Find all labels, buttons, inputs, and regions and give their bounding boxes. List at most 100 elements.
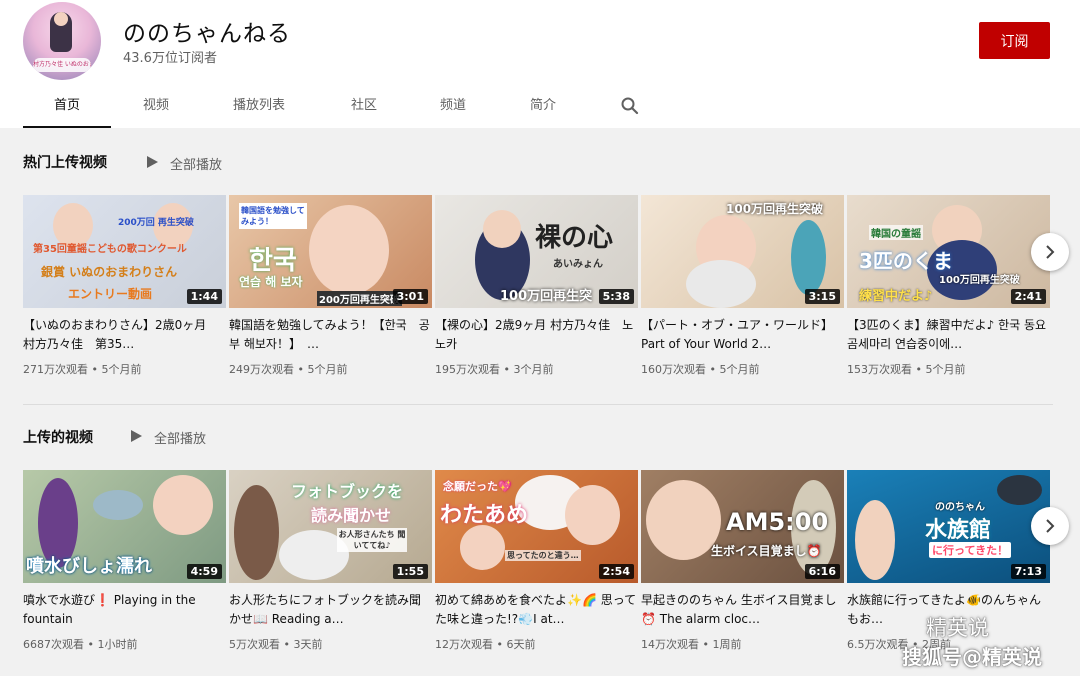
video-title[interactable]: 早起きののちゃん 生ボイス目覚まし⏰ The alarm cloc… — [641, 591, 844, 629]
thumb-text: 韓国の童謡 — [869, 225, 923, 240]
thumb-text: 100万回再生突破 — [726, 202, 824, 216]
play-all-icon[interactable] — [147, 156, 158, 168]
thumb-text: わたあめ — [440, 503, 529, 528]
thumb-text: 第35回童謡こどもの歌コンクール — [33, 244, 187, 255]
thumb-text: ののちゃん — [935, 502, 985, 513]
thumb-text: エントリー動画 — [68, 287, 153, 301]
video-thumbnail[interactable]: 100万回再生突破 3:15 — [641, 195, 844, 308]
video-thumbnail[interactable]: AM5:00 生ボイス目覚まし⏰ 6:16 — [641, 470, 844, 583]
upload-age: 5个月前 — [101, 363, 142, 376]
video-meta: 195万次观看 • 3个月前 — [435, 363, 554, 376]
video-thumbnail[interactable]: ののちゃん 水族館 に行ってきた！ 7:13 — [847, 470, 1050, 583]
view-count: 5万次观看 — [229, 638, 280, 651]
thumb-text: 銀賞 いぬのおまわりさん — [41, 265, 178, 279]
video-duration: 1:44 — [186, 289, 222, 304]
tab-videos[interactable]: 视频 — [121, 86, 191, 128]
video-duration: 5:38 — [598, 289, 634, 304]
video-title[interactable]: 【いぬのおまわりさん】2歳0ヶ月 村方乃々佳 第35… — [23, 316, 226, 354]
upload-age: 6天前 — [506, 638, 536, 651]
upload-age: 1小时前 — [97, 638, 138, 651]
video-duration: 2:41 — [1010, 289, 1046, 304]
video-meta: 14万次观看 • 1周前 — [641, 638, 742, 651]
channel-header: 村方乃々佳 いぬのおまわり ののちゃんねる 43.6万位订阅者 订阅 首页 视频… — [0, 0, 1080, 128]
video-thumbnail[interactable]: 韓国語を勉強してみよう！ 한국 연습 해 보자 200万回再生突破 3:01 — [229, 195, 432, 308]
thumb-text: 思ってたのと違う… — [505, 550, 581, 561]
video-title[interactable]: 【裸の心】2歳9ヶ月 村方乃々佳 노노카 — [435, 316, 638, 354]
chevron-right-icon — [1046, 519, 1055, 533]
thumb-text: 読み聞かせ — [311, 506, 392, 525]
video-thumbnail[interactable]: 裸の心 あいみょん 100万回再生突 5:38 — [435, 195, 638, 308]
chevron-right-icon — [1046, 245, 1055, 259]
video-title[interactable]: お人形たちにフォトブックを読み聞かせ📖 Reading a… — [229, 591, 432, 629]
thumb-text: 念願だった💖 — [443, 480, 512, 493]
view-count: 12万次观看 — [435, 638, 493, 651]
video-meta: 160万次观看 • 5个月前 — [641, 363, 760, 376]
tab-community[interactable]: 社区 — [329, 86, 399, 128]
upload-age: 3天前 — [293, 638, 323, 651]
play-all-popular[interactable]: 全部播放 — [170, 154, 222, 173]
video-title[interactable]: 韓国語を勉強してみよう！【한국 공부 해보자！】 … — [229, 316, 432, 354]
video-thumbnail[interactable]: 噴水びしょ濡れ 4:59 — [23, 470, 226, 583]
upload-age: 3个月前 — [513, 363, 554, 376]
watermark-brand: 精英说 — [926, 616, 989, 640]
video-title[interactable]: 初めて綿あめを食べたよ✨🌈 思ってた味と違った!?💨I at… — [435, 591, 638, 629]
subscribe-button[interactable]: 订阅 — [979, 22, 1050, 59]
thumb-text: あいみょん — [553, 259, 603, 270]
video-duration: 6:16 — [804, 564, 840, 579]
video-thumbnail[interactable]: 念願だった💖 わたあめ 思ってたのと違う… 2:54 — [435, 470, 638, 583]
thumb-text: 裸の心 — [535, 223, 614, 253]
video-duration: 1:55 — [392, 564, 428, 579]
thumb-text: 韓国語を勉強してみよう！ — [239, 203, 307, 229]
video-duration: 4:59 — [186, 564, 222, 579]
section-divider — [23, 404, 1053, 405]
tab-channels[interactable]: 频道 — [418, 86, 488, 128]
thumb-text: 연습 해 보자 — [239, 275, 303, 289]
video-duration: 7:13 — [1010, 564, 1046, 579]
carousel-next-button[interactable] — [1031, 233, 1069, 271]
upload-age: 5个月前 — [925, 363, 966, 376]
video-title[interactable]: 【パート・オブ・ユア・ワールド】Part of Your World 2… — [641, 316, 844, 354]
tab-playlists[interactable]: 播放列表 — [219, 86, 299, 128]
upload-age: 1周前 — [712, 638, 742, 651]
carousel-next-button[interactable] — [1031, 507, 1069, 545]
video-duration: 3:15 — [804, 289, 840, 304]
channel-name: ののちゃんねる — [123, 21, 291, 47]
play-all-icon[interactable] — [131, 430, 142, 442]
video-duration: 3:01 — [392, 289, 428, 304]
video-thumbnail[interactable]: フォトブックを 読み聞かせ お人形さんたち 聞いててね♪ 1:55 — [229, 470, 432, 583]
video-duration: 2:54 — [598, 564, 634, 579]
view-count: 271万次观看 — [23, 363, 88, 376]
channel-avatar[interactable]: 村方乃々佳 いぬのおまわり — [23, 2, 101, 80]
upload-age: 5个月前 — [719, 363, 760, 376]
thumb-text: 水族館 — [925, 518, 992, 543]
video-meta: 271万次观看 • 5个月前 — [23, 363, 142, 376]
thumb-text: フォトブックを — [291, 482, 404, 501]
subscriber-count: 43.6万位订阅者 — [123, 51, 217, 66]
thumb-text: 100万回再生突 — [500, 289, 593, 304]
play-all-uploads[interactable]: 全部播放 — [154, 428, 206, 447]
search-icon[interactable] — [620, 96, 640, 116]
section-title-uploads: 上传的视频 — [23, 430, 93, 446]
thumb-text: 噴水びしょ濡れ — [26, 556, 152, 577]
tab-about[interactable]: 简介 — [508, 86, 578, 128]
video-thumbnail[interactable]: 韓国の童謡 3匹のくま 100万回再生突破 練習中だよ♪ 2:41 — [847, 195, 1050, 308]
thumb-text: 100万回再生突破 — [939, 275, 1020, 286]
video-title[interactable]: 【3匹のくま】練習中だよ♪ 한국 동요 곰세마리 연습중이에… — [847, 316, 1050, 354]
video-meta: 5万次观看 • 3天前 — [229, 638, 323, 651]
thumb-text: 200万回 再生突破 — [118, 218, 194, 228]
thumb-text: AM5:00 — [726, 508, 829, 536]
video-meta: 12万次观看 • 6天前 — [435, 638, 536, 651]
video-meta: 6687次观看 • 1小时前 — [23, 638, 138, 651]
view-count: 195万次观看 — [435, 363, 500, 376]
avatar-face — [54, 12, 68, 26]
avatar-caption: 村方乃々佳 いぬのおまわり — [33, 58, 91, 72]
video-title[interactable]: 噴水で水遊び❗ Playing in the fountain — [23, 591, 226, 629]
video-thumbnail[interactable]: 200万回 再生突破 第35回童謡こどもの歌コンクール 銀賞 いぬのおまわりさん… — [23, 195, 226, 308]
thumb-text: 3匹のくま — [859, 249, 953, 273]
tab-home[interactable]: 首页 — [23, 86, 111, 128]
video-meta: 249万次观看 • 5个月前 — [229, 363, 348, 376]
view-count: 153万次观看 — [847, 363, 912, 376]
thumb-text: お人形さんたち 聞いててね♪ — [337, 528, 407, 552]
view-count: 6.5万次观看 — [847, 638, 909, 651]
view-count: 249万次观看 — [229, 363, 294, 376]
